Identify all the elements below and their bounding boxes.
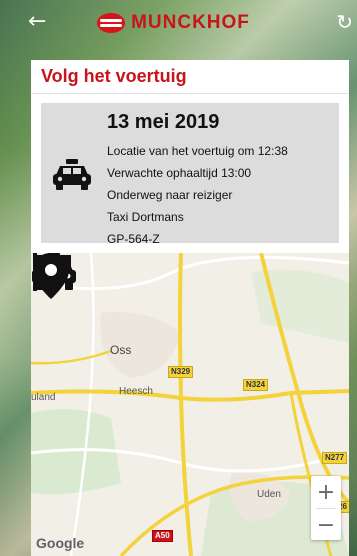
brand-logo: MUNCKHOF [97,12,250,34]
place-label-uden: Uden [257,489,281,500]
vehicle-location-time: Locatie van het voertuig om 12:38 [107,144,288,158]
taxi-company: Taxi Dortmans [107,210,184,224]
app-header: ← MUNCKHOF ↻ [0,0,357,46]
zoom-control: + − [311,476,341,540]
track-vehicle-card: Volg het voertuig 13 mei 2019 Locatie va… [31,60,349,556]
taxi-icon [53,159,91,190]
refresh-icon[interactable]: ↻ [336,10,353,34]
road-shield-n324: N324 [243,379,269,391]
card-title: Volg het voertuig [41,66,187,86]
pickup-location-pin-icon[interactable] [31,253,71,299]
expected-pickup-time: Verwachte ophaaltijd 13:00 [107,166,252,180]
brand-name: MUNCKHOF [131,12,250,33]
back-arrow-icon[interactable]: ← [28,10,46,34]
license-plate: GP-564-Z [107,232,160,246]
place-label-heesch: Heesch [119,386,153,397]
road-shield-a50: A50 [152,530,173,542]
road-shield-n277: N277 [322,452,348,464]
trip-info-panel: 13 mei 2019 Locatie van het voertuig om … [41,103,339,246]
trip-date: 13 mei 2019 [107,111,220,133]
google-attribution[interactable]: Google [36,535,84,551]
place-label-uland: uland [31,392,56,403]
road-shield-n329: N329 [168,366,194,378]
zoom-out-button[interactable]: − [311,509,341,541]
zoom-in-button[interactable]: + [311,476,341,508]
card-divider [31,93,349,94]
trip-status: Onderweg naar reiziger [107,188,233,202]
map-view[interactable]: Oss Heesch uland Uden N329 N324 N277 26 … [31,253,349,556]
place-label-oss: Oss [110,343,132,357]
trip-details: 13 mei 2019 Locatie van het voertuig om … [107,111,288,250]
munckhof-logo-icon [97,13,126,33]
map-roads [31,253,349,556]
